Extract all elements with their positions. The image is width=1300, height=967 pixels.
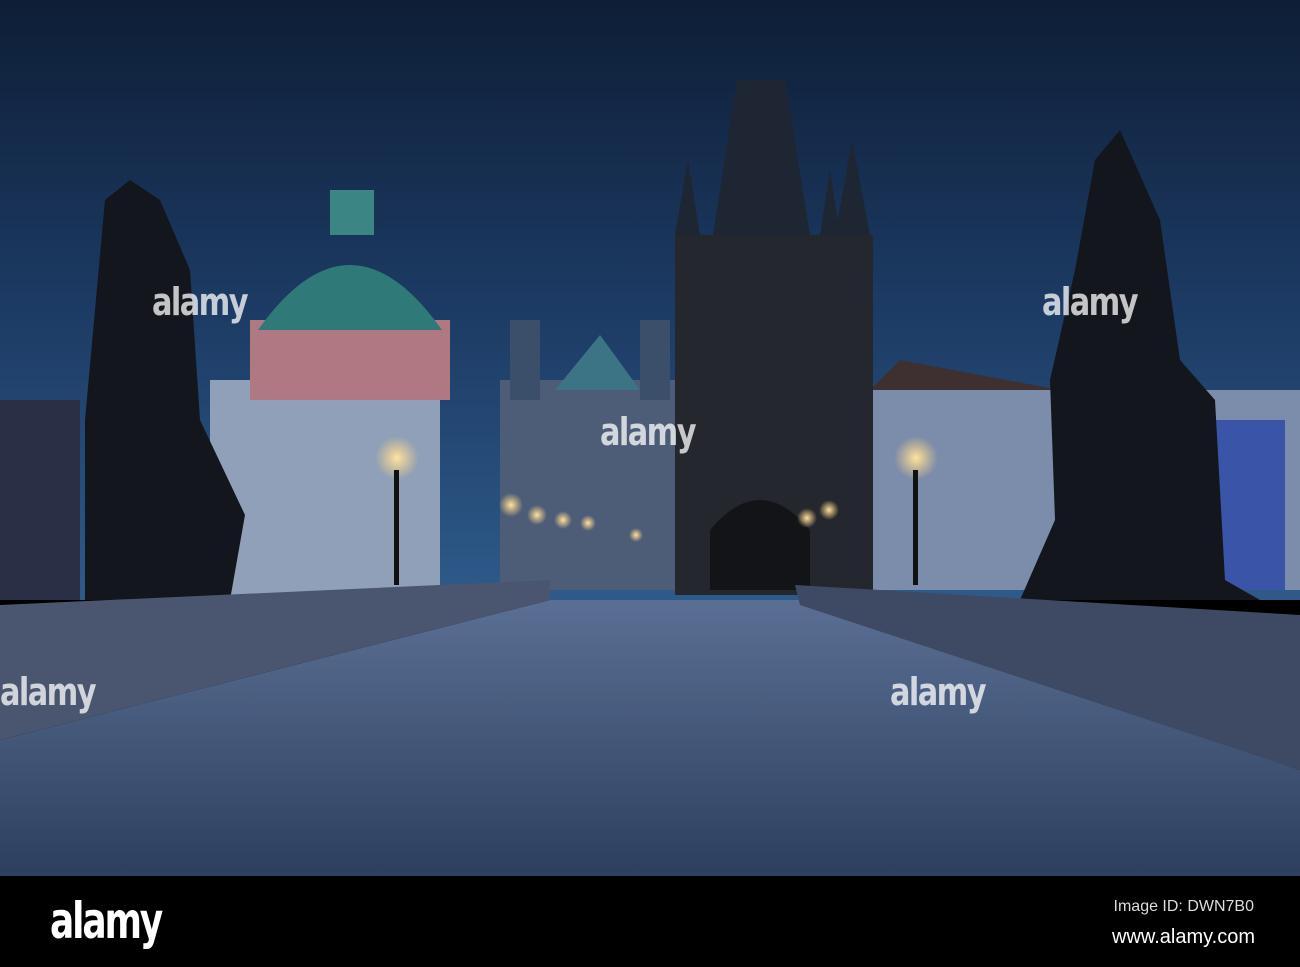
left-buildings [0,400,80,600]
watermark: alamy [1042,280,1139,324]
image-id: Image ID: DWN7B0 [1113,898,1254,915]
dome-drum [250,320,450,400]
watermark: alamy [600,410,697,454]
watermark: alamy [890,670,987,714]
footer-bar: alamy Image ID: DWN7B0 www.alamy.com [0,876,1300,967]
watermark: alamy [152,280,249,324]
white-building [210,380,440,595]
website-url: www.alamy.com [1112,926,1255,948]
dome-lantern [330,190,374,235]
alamy-logo: alamy [50,892,163,950]
stock-photo: alamy alamy alamy alamy alamy alamy Imag… [0,0,1300,967]
watermark: alamy [0,670,97,714]
